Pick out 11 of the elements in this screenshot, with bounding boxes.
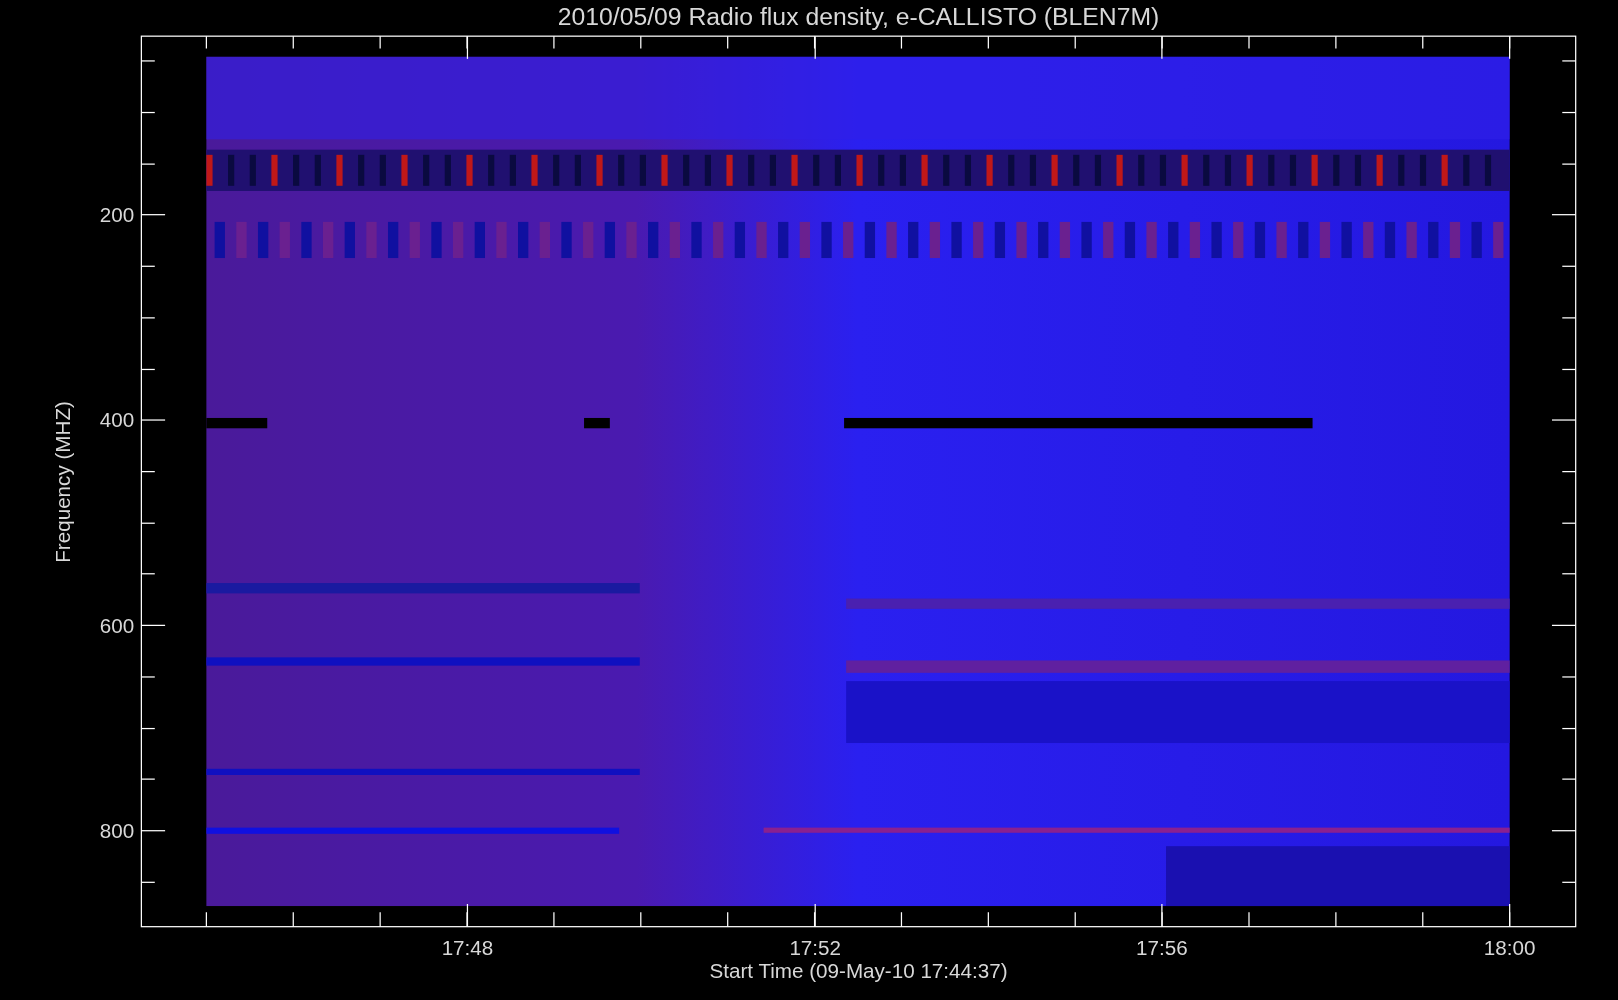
tick-label: 17:48 <box>441 935 494 959</box>
x-axis-label: Start Time (09-May-10 17:44:37) <box>709 959 1008 983</box>
tick-label: 200 <box>99 202 135 226</box>
y-axis-label: Frequency (MHZ) <box>51 401 75 563</box>
plot-title: 2010/05/09 Radio flux density, e-CALLISTO (BLEN7M) <box>557 2 1160 30</box>
tick-label: 18:00 <box>1483 935 1536 959</box>
tick-label: 17:56 <box>1136 935 1188 959</box>
tick-label: 400 <box>99 408 135 432</box>
tick-label: 17:52 <box>789 935 841 959</box>
tick-label: 600 <box>99 613 135 637</box>
tick-label: 800 <box>99 818 135 842</box>
